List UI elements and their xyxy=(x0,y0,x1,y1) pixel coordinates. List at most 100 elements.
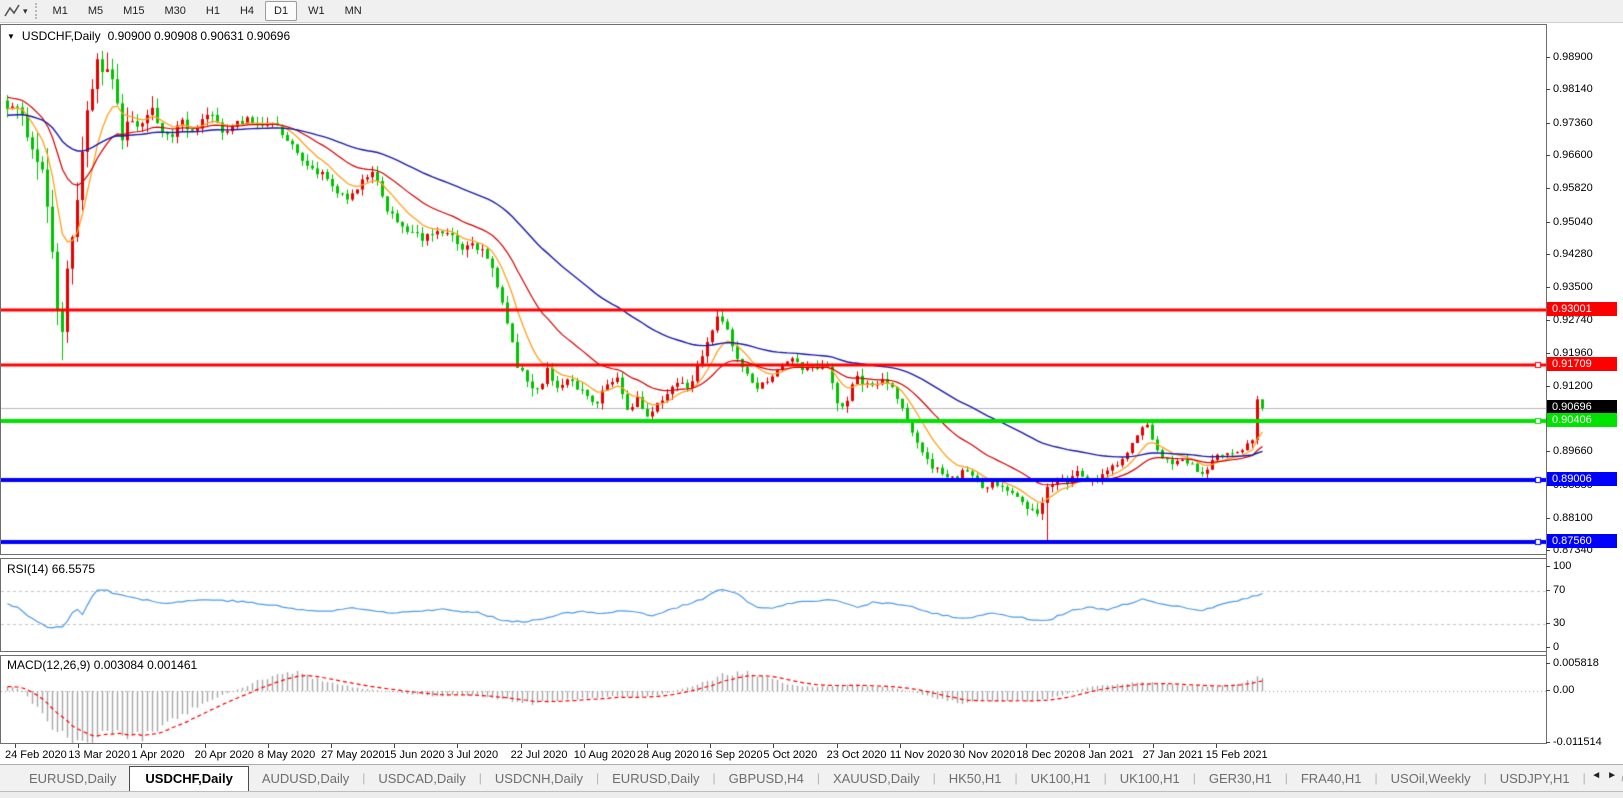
price-tick-label: 0.93500 xyxy=(1553,281,1593,293)
macd-label: MACD(12,26,9) 0.003084 0.001461 xyxy=(7,658,197,672)
rsi-canvas[interactable] xyxy=(1,559,1546,651)
chart-tab-hk50-h1[interactable]: HK50,H1 xyxy=(936,767,1015,791)
price-tick-label: 0.94280 xyxy=(1553,248,1593,260)
macd-canvas[interactable] xyxy=(1,656,1546,743)
timeframe-button-M30[interactable]: M30 xyxy=(156,1,195,21)
macd-panel xyxy=(0,655,1547,744)
chart-tab-gbpusd-h4[interactable]: GBPUSD,H4 xyxy=(716,767,817,791)
date-tick-label: 24 Feb 2020 xyxy=(5,749,67,761)
chart-tab-uk100-h1[interactable]: UK100,H1 xyxy=(1018,767,1104,791)
timeframe-button-H4[interactable]: H4 xyxy=(231,1,263,21)
timeframe-toolbar: ▾ M1M5M15M30H1H4D1W1MN xyxy=(0,0,1623,23)
axis-separator xyxy=(1546,24,1547,744)
chart-line-tool-icon[interactable] xyxy=(2,3,22,19)
macd-name: MACD(12,26,9) xyxy=(7,658,90,672)
rsi-tick-label: 0 xyxy=(1553,641,1559,653)
dropdown-caret-icon[interactable]: ▾ xyxy=(23,6,28,17)
terminal-window: ▾ M1M5M15M30H1H4D1W1MN ▼ USDCHF,Daily 0.… xyxy=(0,0,1623,798)
date-tick-label: 15 Feb 2021 xyxy=(1206,749,1268,761)
timeframe-button-D1[interactable]: D1 xyxy=(265,1,297,21)
date-tick-label: 10 Aug 2020 xyxy=(574,749,636,761)
bottom-strip xyxy=(0,791,1623,798)
date-tick-label: 27 Jan 2021 xyxy=(1143,749,1204,761)
macd-tick-label: -0.011514 xyxy=(1553,736,1602,748)
rsi-tick-label: 30 xyxy=(1553,617,1565,629)
price-tick-label: 0.96600 xyxy=(1553,149,1593,161)
ohlc-high: 0.90908 xyxy=(154,29,197,43)
price-tick-label: 0.88100 xyxy=(1553,512,1593,524)
symbol-label: USDCHF,Daily xyxy=(22,29,101,43)
price-tick-label: 0.89660 xyxy=(1553,445,1593,457)
price-tick-label: 0.97360 xyxy=(1553,117,1593,129)
date-tick-label: 23 Oct 2020 xyxy=(827,749,887,761)
collapse-triangle-icon[interactable]: ▼ xyxy=(7,32,15,41)
chart-tab-xauusd-daily[interactable]: XAUUSD,Daily xyxy=(820,767,933,791)
timeframe-button-H1[interactable]: H1 xyxy=(197,1,229,21)
chart-tab-usdchf-daily[interactable]: USDCHF,Daily xyxy=(129,766,248,791)
date-tick-label: 3 Jul 2020 xyxy=(447,749,498,761)
chart-tab-audusd-daily[interactable]: AUDUSD,Daily xyxy=(249,767,362,791)
timeframe-button-M15[interactable]: M15 xyxy=(114,1,153,21)
chart-tab-eurusd-daily[interactable]: EURUSD,Daily xyxy=(16,767,129,791)
price-tick-label: 0.91200 xyxy=(1553,380,1593,392)
date-tick-label: 16 Sep 2020 xyxy=(700,749,762,761)
price-tick-label: 0.98900 xyxy=(1553,51,1593,63)
chart-tab-usoil-weekly[interactable]: USOil,Weekly xyxy=(1378,767,1484,791)
price-tick-label: 0.98140 xyxy=(1553,83,1593,95)
date-tick-label: 5 Oct 2020 xyxy=(763,749,817,761)
macd-tick-label: 0.005818 xyxy=(1553,657,1599,669)
timeframe-button-W1[interactable]: W1 xyxy=(299,1,334,21)
rsi-name: RSI(14) xyxy=(7,562,48,576)
chart-tab-ger30-h1[interactable]: GER30,H1 xyxy=(1196,767,1285,791)
tab-scroll-left-icon[interactable]: ◄ xyxy=(1591,770,1601,781)
date-tick-label: 8 Jan 2021 xyxy=(1079,749,1133,761)
date-tick-label: 28 Aug 2020 xyxy=(637,749,699,761)
timeframe-button-M1[interactable]: M1 xyxy=(44,1,77,21)
chart-title: ▼ USDCHF,Daily 0.90900 0.90908 0.90631 0… xyxy=(7,29,290,43)
date-tick-label: 18 Dec 2020 xyxy=(1016,749,1078,761)
date-tick-label: 27 May 2020 xyxy=(321,749,385,761)
tab-scroll-arrows: ◄ ► xyxy=(1587,768,1621,783)
chart-tab-usdcad-daily[interactable]: USDCAD,Daily xyxy=(365,767,478,791)
timeframe-button-MN[interactable]: MN xyxy=(336,1,371,21)
date-tick-label: 15 Jun 2020 xyxy=(384,749,445,761)
date-tick-label: 8 May 2020 xyxy=(258,749,315,761)
chart-tab-usdcnh-daily[interactable]: USDCNH,Daily xyxy=(482,767,596,791)
polyline-glyph-icon xyxy=(4,4,20,18)
macd-tick-label: 0.00 xyxy=(1553,684,1574,696)
date-tick-label: 13 Mar 2020 xyxy=(68,749,130,761)
price-tick-label: 0.95820 xyxy=(1553,182,1593,194)
rsi-panel xyxy=(0,558,1547,652)
date-tick-label: 11 Nov 2020 xyxy=(890,749,952,761)
price-line-badge[interactable]: 0.91709 xyxy=(1547,357,1617,371)
date-tick-label: 20 Apr 2020 xyxy=(195,749,254,761)
price-line-badge[interactable]: 0.87560 xyxy=(1547,534,1617,548)
rsi-value: 66.5575 xyxy=(52,562,95,576)
main-chart-canvas[interactable] xyxy=(1,25,1546,554)
ohlc-open: 0.90900 xyxy=(108,29,151,43)
rsi-tick-label: 70 xyxy=(1553,584,1565,596)
chart-tab-bar: EURUSD,DailyUSDCHF,DailyAUDUSD,Daily|USD… xyxy=(0,764,1623,791)
macd-signal-value: 0.001461 xyxy=(147,658,197,672)
toolbar-grip xyxy=(35,3,37,19)
price-tick-label: 0.95040 xyxy=(1553,216,1593,228)
chart-tab-uk100-h1[interactable]: UK100,H1 xyxy=(1107,767,1193,791)
date-tick-label: 30 Nov 2020 xyxy=(953,749,1015,761)
price-line-badge[interactable]: 0.89006 xyxy=(1547,472,1617,486)
timeframe-buttons: M1M5M15M30H1H4D1W1MN xyxy=(43,1,372,21)
date-tick-label: 22 Jul 2020 xyxy=(511,749,568,761)
ohlc-low: 0.90631 xyxy=(200,29,243,43)
chart-tab-usdjpy-h1[interactable]: USDJPY,H1 xyxy=(1487,767,1583,791)
price-line-badge[interactable]: 0.93001 xyxy=(1547,302,1617,316)
macd-main-value: 0.003084 xyxy=(94,658,144,672)
rsi-label: RSI(14) 66.5575 xyxy=(7,562,95,576)
ohlc-close: 0.90696 xyxy=(247,29,290,43)
timeframe-button-M5[interactable]: M5 xyxy=(79,1,112,21)
tab-scroll-right-icon[interactable]: ► xyxy=(1607,770,1617,781)
chart-tab-fra40-h1[interactable]: FRA40,H1 xyxy=(1288,767,1375,791)
date-tick-label: 1 Apr 2020 xyxy=(131,749,184,761)
rsi-tick-label: 100 xyxy=(1553,560,1571,572)
chart-tab-eurusd-daily[interactable]: EURUSD,Daily xyxy=(599,767,712,791)
main-chart-panel xyxy=(0,24,1547,555)
price-line-badge[interactable]: 0.90406 xyxy=(1547,413,1617,427)
